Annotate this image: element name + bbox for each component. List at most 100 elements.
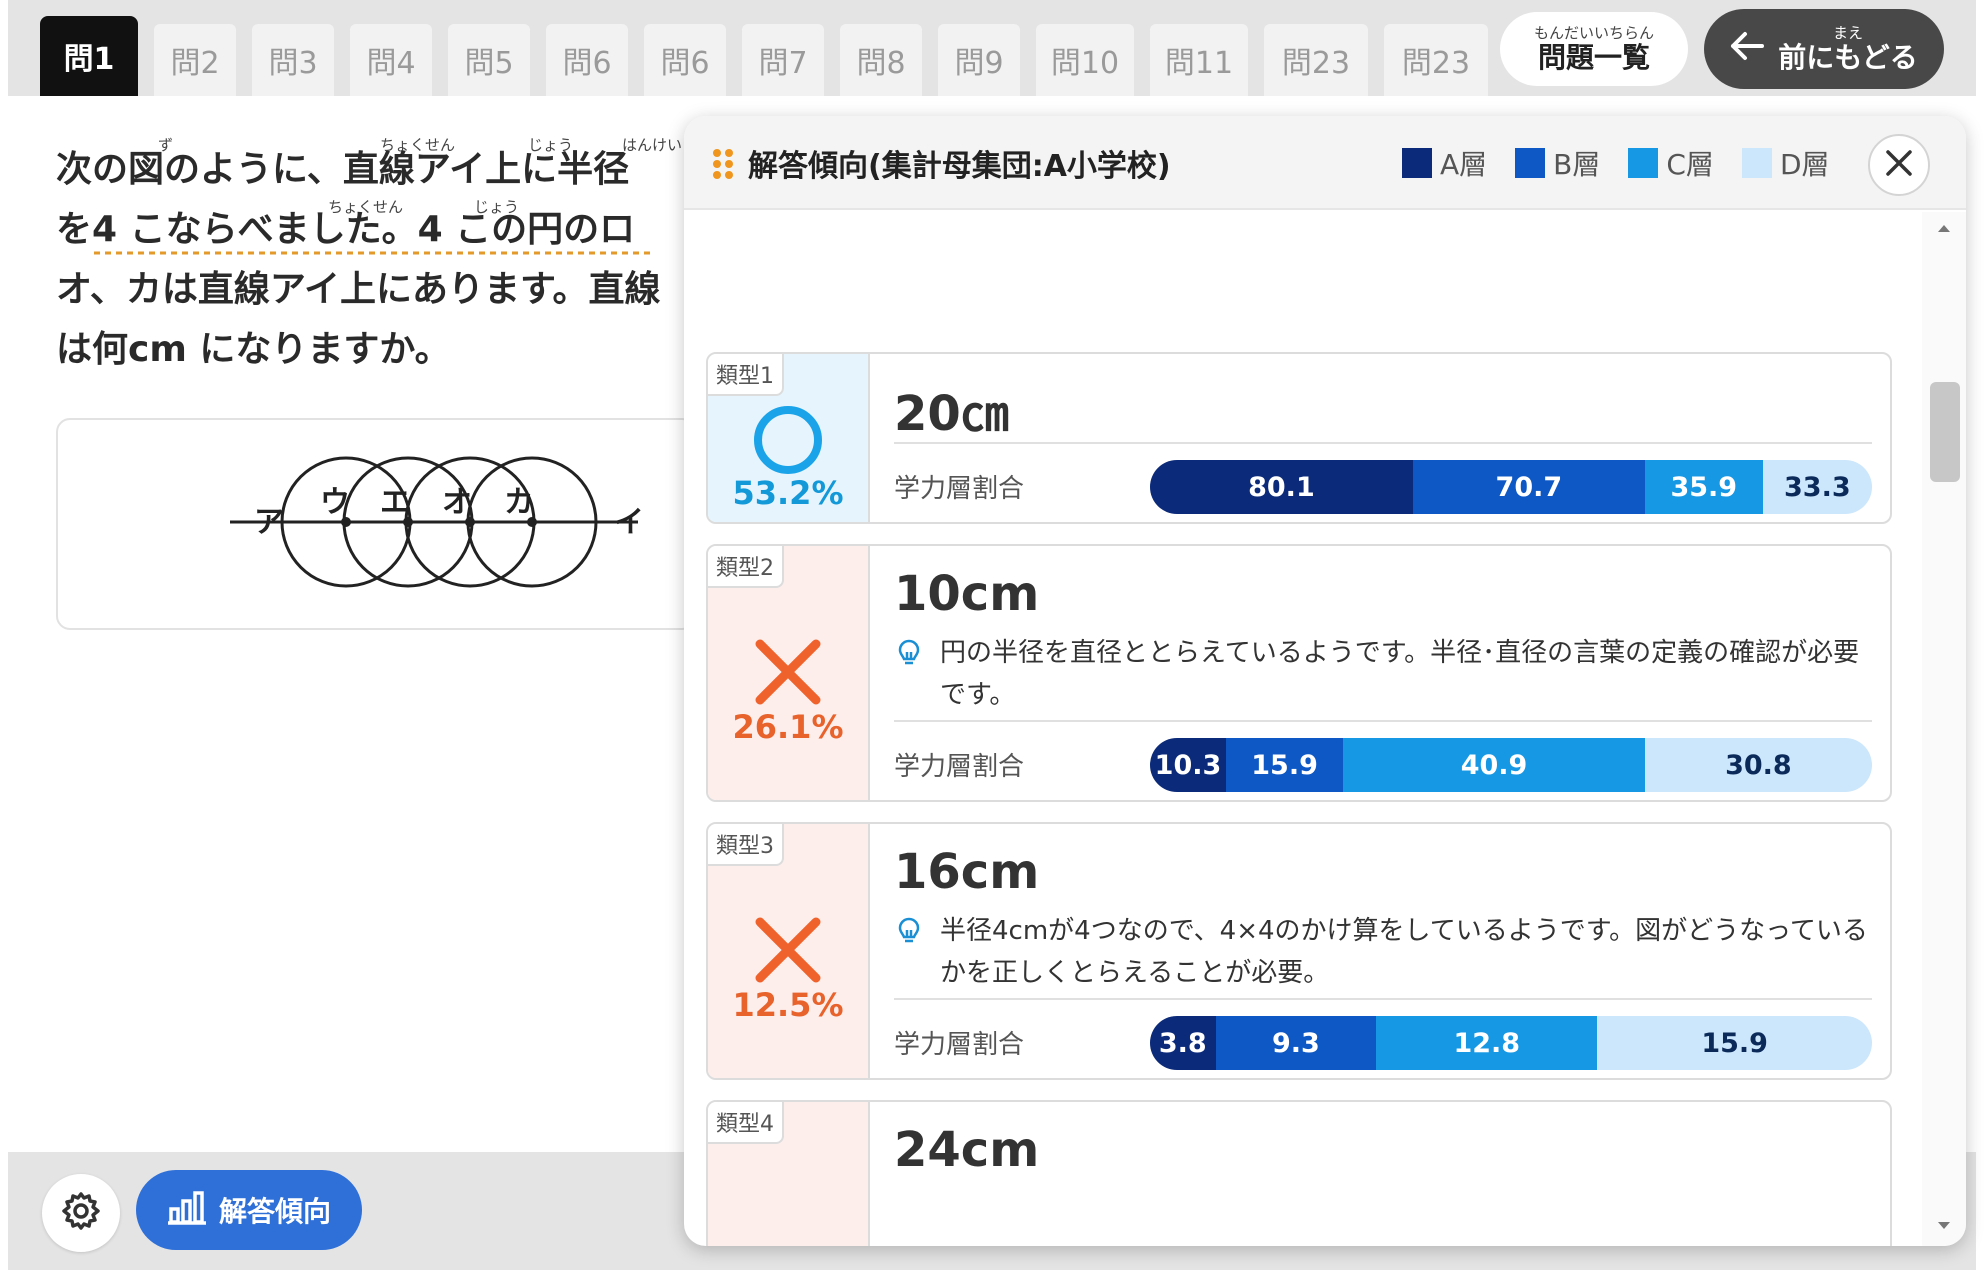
ratio-bar: 80.1 70.7 35.9 33.3 xyxy=(1150,460,1872,514)
question-line-3: オ、カは直線アイ上にあります。直線 xyxy=(56,269,661,310)
tab-question-9[interactable]: 問9 xyxy=(938,24,1020,96)
answer-value: 24cm xyxy=(894,1122,1040,1178)
type-card-2-detail: 10cm 円の半径を直径ととらえているようです。半径･直径の言葉の定義の確認が必… xyxy=(868,546,1890,800)
scroll-up-icon[interactable] xyxy=(1936,220,1952,236)
question-list-label: 問題一覧 xyxy=(1537,41,1650,74)
panel-header: 解答傾向(集計母集団:A小学校) A層 B層 C層 D層 xyxy=(684,116,1966,210)
type-card-3-result: 類型3 12.5% xyxy=(708,824,868,1078)
app-window: 問1 問2 問3 問4 問5 問6 問6 問7 問8 問9 問10 問11 問2… xyxy=(8,0,1976,1270)
close-button[interactable] xyxy=(1868,134,1930,196)
tab-question-5[interactable]: 問5 xyxy=(448,24,530,96)
drag-handle-icon[interactable] xyxy=(712,148,734,180)
figure-label-i: イ xyxy=(614,505,644,540)
tab-question-8[interactable]: 問8 xyxy=(840,24,922,96)
ruby-hankei: はんけい xyxy=(622,136,683,154)
answer-trend-button[interactable]: 解答傾向 xyxy=(136,1170,362,1250)
ratio-segment-a: 3.8 xyxy=(1150,1016,1216,1070)
legend: A層 B層 C層 D層 xyxy=(1402,116,1830,210)
settings-button[interactable] xyxy=(42,1174,120,1252)
legend-label-a: A層 xyxy=(1440,148,1488,181)
type-tag: 類型4 xyxy=(708,1102,784,1144)
divider xyxy=(894,998,1872,1000)
bar-chart-icon xyxy=(167,1189,207,1232)
ratio-segment-a: 80.1 xyxy=(1150,460,1413,514)
legend-label-d: D層 xyxy=(1779,148,1830,181)
ratio-segment-c: 40.9 xyxy=(1343,738,1645,792)
legend-item-b: B層 xyxy=(1515,143,1600,183)
circles-figure: ア ウ エ オ カ イ xyxy=(230,456,644,588)
hint-text: 円の半径を直径ととらえているようです。半径･直径の言葉の定義の確認が必要です。 xyxy=(894,632,1874,716)
tab-question-6a[interactable]: 問6 xyxy=(546,24,628,96)
panel-scroll-area[interactable]: 類型1 53.2% 20㎝ 学力層割合 80.1 70.7 35.9 33.3 類型2… xyxy=(684,212,1966,1246)
ratio-segment-b: 70.7 xyxy=(1412,460,1645,514)
figure-label-ka: カ xyxy=(504,485,534,520)
panel-scrollbar[interactable] xyxy=(1922,212,1966,1246)
divider xyxy=(894,720,1872,722)
ratio-segment-a: 10.3 xyxy=(1150,738,1226,792)
legend-label-b: B層 xyxy=(1553,148,1601,181)
ruby-chokusen-2: ちょくせん xyxy=(328,198,404,216)
ratio-bar: 10.3 15.9 40.9 30.8 xyxy=(1150,738,1872,792)
type-tag: 類型1 xyxy=(708,354,784,396)
ratio-segment-d: 30.8 xyxy=(1644,738,1872,792)
question-list-button[interactable]: もんだいいちらん 問題一覧 xyxy=(1500,12,1688,86)
figure-label-a: ア xyxy=(254,505,284,540)
back-button[interactable]: まえ 前にもどる xyxy=(1704,9,1944,89)
percent-label: 26.1% xyxy=(732,708,844,746)
legend-swatch-a xyxy=(1402,148,1432,178)
legend-swatch-d xyxy=(1741,148,1772,178)
question-line-1: 次の図のように、直線アイ上に半径 xyxy=(56,149,630,190)
type-card-2: 類型2 26.1% 10cm 円の半径を直径ととらえているようです。半径･直径の… xyxy=(706,544,1892,802)
type-tag: 類型2 xyxy=(708,546,784,588)
question-text: 次の図のように、直線アイ上に半径 を4 こならべました。4 この円のロ オ、カは… xyxy=(56,140,696,380)
hint-body: 半径4cmが4つなので、4×4のかけ算をしているようです。図がどうなっているかを… xyxy=(940,916,1868,988)
percent-label: 12.5% xyxy=(732,986,844,1024)
figure-label-o: オ xyxy=(442,485,472,520)
tab-question-10[interactable]: 問10 xyxy=(1036,24,1134,96)
figure-label-u: ウ xyxy=(320,485,350,520)
type-card-4: 類型4 24cm xyxy=(706,1100,1892,1246)
wrong-cross-icon xyxy=(755,639,821,705)
tab-question-1[interactable]: 問1 xyxy=(40,16,138,96)
close-icon xyxy=(1885,149,1913,181)
type-card-3: 類型3 12.5% 16cm 半径4cmが4つなので、4×4のかけ算をしているよ… xyxy=(706,822,1892,1080)
arrow-left-icon xyxy=(1730,31,1765,67)
tab-question-3[interactable]: 問3 xyxy=(252,24,334,96)
type-card-3-detail: 16cm 半径4cmが4つなので、4×4のかけ算をしているようです。図がどうなっ… xyxy=(868,824,1890,1078)
tab-question-4[interactable]: 問4 xyxy=(350,24,432,96)
scroll-thumb[interactable] xyxy=(1930,382,1960,482)
percent-label: 53.2% xyxy=(732,474,844,512)
type-card-4-detail: 24cm xyxy=(868,1102,1890,1246)
type-card-4-result: 類型4 xyxy=(708,1102,868,1246)
back-ruby: まえ xyxy=(1832,24,1863,42)
panel-title: 解答傾向(集計母集団:A小学校) xyxy=(748,149,1171,184)
ratio-label: 学力層割合 xyxy=(894,752,1025,782)
lightbulb-icon xyxy=(898,917,920,943)
tab-question-6b[interactable]: 問6 xyxy=(644,24,726,96)
answer-value: 10cm xyxy=(894,566,1040,622)
legend-item-d: D層 xyxy=(1741,143,1830,183)
type-card-1-result: 類型1 53.2% xyxy=(708,354,868,522)
question-list-ruby: もんだいいちらん xyxy=(1533,24,1654,42)
legend-item-a: A層 xyxy=(1402,143,1487,183)
lightbulb-icon xyxy=(898,639,920,665)
type-card-1-detail: 20㎝ 学力層割合 80.1 70.7 35.9 33.3 xyxy=(868,354,1890,522)
answer-value: 20㎝ xyxy=(894,386,1009,442)
scroll-down-icon[interactable] xyxy=(1936,1218,1952,1234)
tab-question-11[interactable]: 問11 xyxy=(1150,24,1248,96)
tab-question-23a[interactable]: 問23 xyxy=(1264,24,1368,96)
back-label: 前にもどる xyxy=(1778,41,1918,74)
tab-question-7[interactable]: 問7 xyxy=(742,24,824,96)
legend-label-c: C層 xyxy=(1666,148,1714,181)
answer-trend-panel: 解答傾向(集計母集団:A小学校) A層 B層 C層 D層 類型1 53.2% 2… xyxy=(684,116,1966,1246)
divider xyxy=(894,442,1872,444)
figure-box: ア ウ エ オ カ イ xyxy=(56,418,696,630)
ratio-label: 学力層割合 xyxy=(894,474,1025,504)
tab-question-2[interactable]: 問2 xyxy=(154,24,236,96)
question-tab-bar: 問1 問2 問3 問4 問5 問6 問6 問7 問8 問9 問10 問11 問2… xyxy=(8,0,1976,96)
correct-circle-icon xyxy=(754,406,822,474)
ratio-bar: 3.8 9.3 12.8 15.9 xyxy=(1150,1016,1872,1070)
ruby-zu: ず xyxy=(158,136,174,154)
tab-question-23b[interactable]: 問23 xyxy=(1384,24,1488,96)
question-line-4: は何cm になりますか。 xyxy=(56,329,451,370)
